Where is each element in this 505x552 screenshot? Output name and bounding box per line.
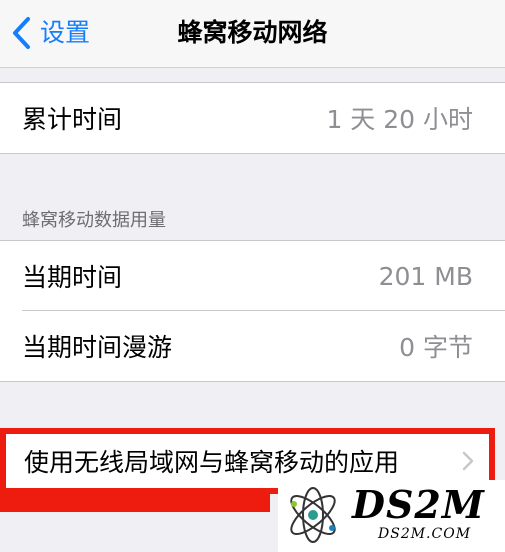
chevron-left-icon bbox=[13, 17, 30, 49]
current-period-value: 201 MB bbox=[378, 261, 473, 291]
current-period-roaming-row: 当期时间漫游 0 字节 bbox=[0, 311, 505, 381]
watermark-title: DS2M bbox=[352, 482, 485, 527]
total-time-row: 累计时间 1 天 20 小时 bbox=[0, 83, 505, 153]
chevron-right-icon bbox=[462, 451, 474, 471]
current-period-roaming-label: 当期时间漫游 bbox=[22, 333, 173, 362]
back-button[interactable]: 设置 bbox=[8, 14, 90, 52]
total-time-label: 累计时间 bbox=[22, 105, 123, 134]
wlan-cellular-apps-label: 使用无线局域网与蜂窝移动的应用 bbox=[24, 448, 400, 477]
current-period-row: 当期时间 201 MB bbox=[0, 241, 505, 311]
usage-group: 累计时间 1 天 20 小时 bbox=[0, 82, 505, 154]
ds2m-logo-icon bbox=[290, 487, 336, 543]
nav-bar: 设置 蜂窝移动网络 bbox=[0, 0, 505, 68]
highlight-band bbox=[0, 494, 270, 512]
watermark-subtitle: DS2M.COM bbox=[378, 526, 472, 542]
back-label: 设置 bbox=[40, 18, 91, 47]
current-period-roaming-value: 0 字节 bbox=[399, 333, 473, 362]
current-period-label: 当期时间 bbox=[22, 263, 123, 292]
watermark: DS2M DS2M.COM bbox=[278, 480, 505, 552]
cellular-data-header: 蜂窝移动数据用量 bbox=[22, 210, 166, 231]
cellular-data-group: 当期时间 201 MB 当期时间漫游 0 字节 bbox=[0, 240, 505, 382]
total-time-value: 1 天 20 小时 bbox=[326, 105, 473, 134]
